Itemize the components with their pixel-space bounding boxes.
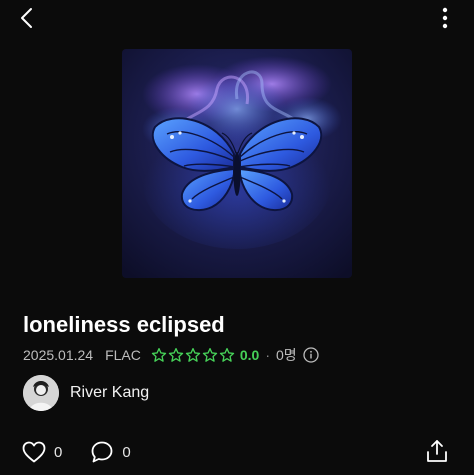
share-button[interactable]: [424, 438, 452, 466]
audio-format: FLAC: [105, 347, 141, 363]
artist-row[interactable]: River Kang: [23, 375, 149, 411]
star-outline-icon: [168, 348, 184, 362]
star-outline-icon: [219, 348, 235, 362]
track-meta-row: 2025.01.24 FLAC 0.0 · 0명: [23, 345, 319, 365]
track-detail-screen: loneliness eclipsed 2025.01.24 FLAC 0.0 …: [0, 0, 474, 475]
avatar-image: [23, 375, 59, 411]
top-bar: [0, 0, 474, 36]
vertical-ellipsis-icon: [442, 7, 448, 29]
info-icon[interactable]: [303, 347, 319, 363]
star-outline-icon: [151, 348, 167, 362]
album-cover[interactable]: [122, 49, 352, 278]
comment-button[interactable]: 0: [90, 440, 131, 464]
rating-count: 0명: [276, 347, 297, 363]
comment-bubble-icon: [91, 441, 113, 463]
butterfly-artwork-image: [122, 49, 352, 278]
meta-separator: ·: [265, 347, 271, 363]
share-upload-icon: [427, 440, 447, 462]
like-button[interactable]: 0: [22, 441, 62, 463]
more-options-button[interactable]: [430, 2, 460, 34]
track-title: loneliness eclipsed: [23, 312, 225, 337]
chevron-left-icon: [21, 8, 32, 28]
back-button[interactable]: [12, 2, 44, 34]
release-date: 2025.01.24: [23, 347, 94, 363]
star-outline-icon: [202, 348, 218, 362]
action-bar: 0 0: [22, 438, 159, 466]
rating-stars[interactable]: [151, 347, 236, 363]
artist-name: River Kang: [70, 384, 150, 401]
star-outline-icon: [185, 348, 201, 362]
like-count: 0: [54, 443, 63, 461]
rating-value: 0.0: [239, 347, 260, 363]
comment-count: 0: [122, 443, 131, 461]
heart-icon: [22, 441, 46, 463]
avatar[interactable]: [23, 375, 59, 411]
